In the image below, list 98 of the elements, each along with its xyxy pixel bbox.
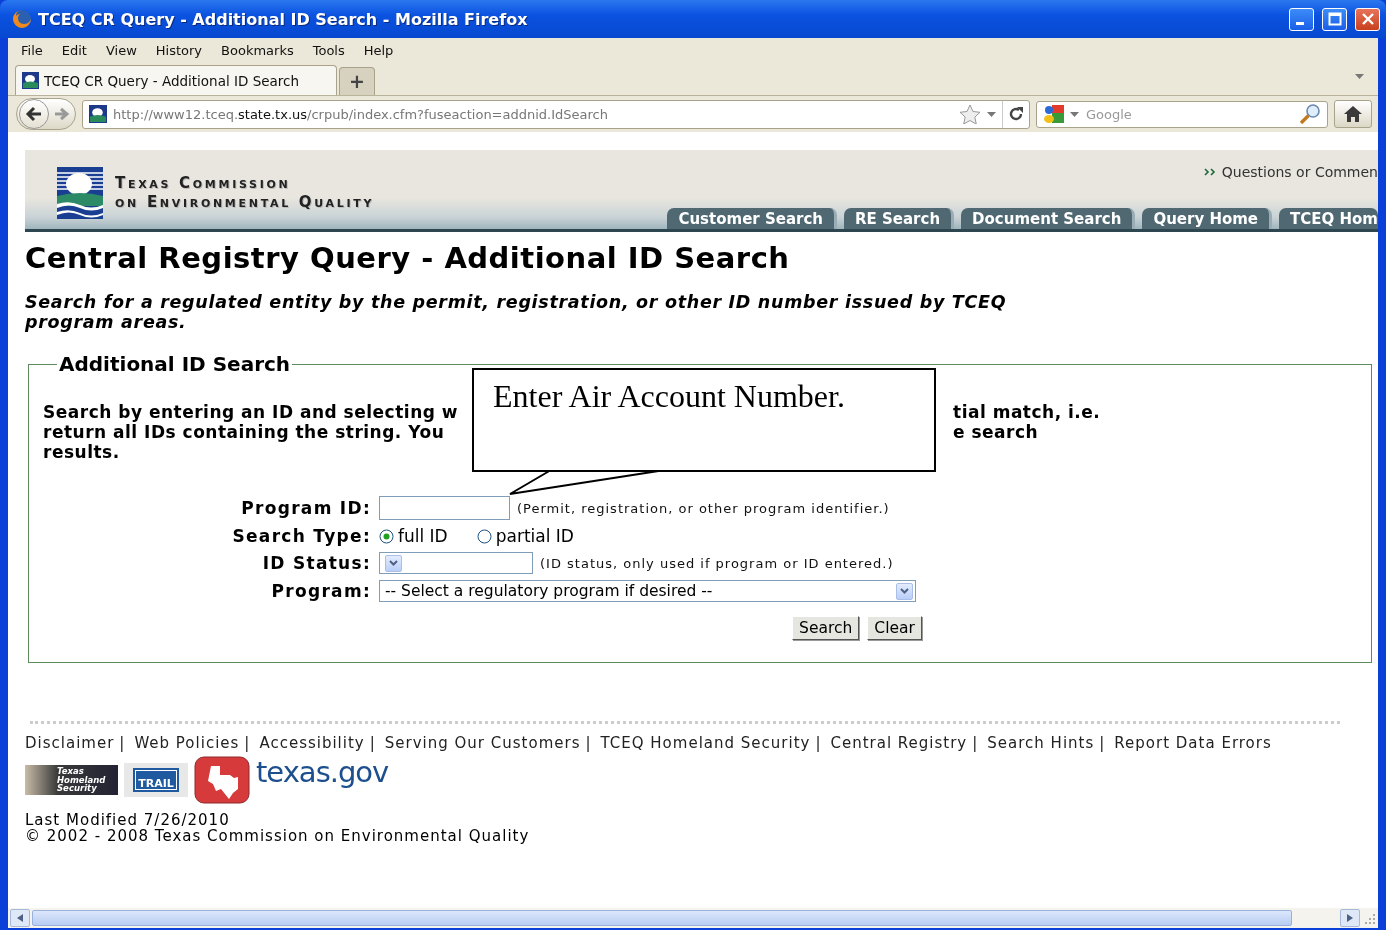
field-label: ID Status: — [261, 553, 371, 573]
minimize-icon — [1296, 21, 1304, 25]
description-text: e search — [953, 422, 1040, 442]
agency-name: on Environmental Quality — [115, 193, 375, 211]
minimize-button[interactable] — [1289, 7, 1314, 31]
firefox-icon — [12, 9, 32, 29]
footer-link[interactable]: Central Registry — [830, 734, 968, 752]
description-text: return all IDs containing the string. You — [43, 422, 446, 442]
radio-label[interactable]: partial ID — [495, 526, 574, 546]
dropdown-arrow-icon[interactable] — [1070, 111, 1079, 117]
link-separator: | — [369, 734, 376, 752]
left-arrow-icon — [17, 914, 23, 922]
home-icon — [1343, 105, 1363, 123]
resize-grip-icon[interactable] — [1362, 911, 1376, 925]
link-separator: | — [585, 734, 592, 752]
google-icon[interactable] — [1043, 104, 1065, 124]
agency-name: Texas Commission — [115, 174, 292, 192]
panel-legend: Additional ID Search — [57, 352, 293, 376]
url-text: http://www12.tceq.state.tx.us/crpub/index.cfm?fuseaction=addnid.IdSearch — [113, 106, 609, 122]
search-field[interactable]: Google — [1084, 105, 1294, 123]
menu-item[interactable]: Edit — [60, 42, 97, 58]
menu-item[interactable]: History — [154, 42, 213, 58]
menu-item[interactable]: Bookmarks — [220, 42, 304, 58]
texas-gov-logo[interactable]: texas.gov — [256, 755, 389, 789]
caret-icon — [900, 588, 909, 594]
description-text: tial match, i.e. — [953, 402, 1102, 422]
back-button[interactable] — [19, 99, 49, 129]
radio-label[interactable]: full ID — [398, 526, 448, 546]
intro-text: Search for a regulated entity by the permit, registration, or other ID number issued by TCEQ program areas. — [25, 292, 1008, 332]
site-icon — [89, 105, 107, 123]
field-hint: (ID status, only used if program or ID entered.) — [540, 555, 894, 571]
radio-button[interactable] — [476, 528, 492, 544]
copyright-text: © 2002 - 2008 Texas Commission on Environmental Quality — [25, 828, 531, 844]
nav-tab[interactable]: RE Search — [844, 208, 955, 229]
caret-icon — [389, 560, 398, 566]
footer-link[interactable]: Serving Our Customers — [384, 734, 581, 752]
description-text: results. — [43, 442, 121, 462]
program-select[interactable]: -- Select a regulatory program if desired -- — [379, 580, 916, 602]
menu-item[interactable]: Help — [362, 42, 404, 58]
texas-map-icon[interactable] — [194, 756, 250, 804]
description-text: Search by entering an ID and selecting w — [43, 402, 460, 422]
scroll-left-button[interactable] — [10, 909, 30, 927]
menu-item[interactable]: View — [104, 42, 147, 58]
trail-logo[interactable]: TRAIL — [124, 763, 188, 797]
right-arrow-icon — [1347, 914, 1353, 922]
select-value: -- Select a regulatory program if desired -- — [385, 582, 713, 600]
footer-link[interactable]: TCEQ Homeland Security — [600, 734, 811, 752]
bookmark-star-icon[interactable] — [959, 104, 981, 124]
footer-link[interactable]: Disclaimer — [25, 734, 115, 752]
link-separator: | — [244, 734, 251, 752]
nav-tab[interactable]: Query Home — [1142, 208, 1273, 229]
menu-item[interactable]: File — [20, 42, 53, 58]
link-separator: | — [815, 734, 822, 752]
field-label: Program ID: — [240, 498, 371, 518]
menu-item[interactable]: Tools — [311, 42, 355, 58]
field-label: Search Type: — [231, 526, 371, 546]
maximize-icon — [1327, 12, 1342, 26]
window-title: TCEQ CR Query - Additional ID Search - Mozilla Firefox — [38, 9, 529, 29]
homeland-security-logo[interactable]: Texas Homeland Security — [25, 765, 118, 795]
home-button[interactable] — [1334, 100, 1372, 128]
field-hint: (Permit, registration, or other program identifier.) — [517, 500, 890, 516]
scroll-right-button[interactable] — [1340, 909, 1360, 927]
new-tab-button[interactable]: + — [339, 67, 375, 95]
radio-button[interactable] — [379, 528, 394, 544]
last-modified-text: Last Modified 7/26/2010 — [25, 812, 231, 828]
clear-button[interactable]: Clear — [867, 616, 922, 640]
agency-logo — [57, 167, 103, 219]
search-button[interactable]: Search — [792, 616, 860, 640]
scrollbar-thumb[interactable] — [32, 910, 1292, 926]
nav-tab[interactable]: Document Search — [961, 208, 1136, 229]
browser-tab[interactable]: TCEQ CR Query - Additional ID Search — [15, 65, 337, 95]
dropdown-arrow-icon[interactable] — [1355, 74, 1364, 79]
footer-link[interactable]: Search Hints — [987, 734, 1095, 752]
back-arrow-icon — [25, 106, 43, 122]
close-icon — [1360, 12, 1375, 26]
program-id-field[interactable] — [379, 496, 510, 520]
nav-tab[interactable]: Customer Search — [667, 208, 837, 229]
close-button[interactable] — [1355, 7, 1380, 31]
page-heading: Central Registry Query - Additional ID Search — [25, 241, 791, 275]
nav-tab[interactable]: TCEQ Hom — [1279, 208, 1378, 229]
site-icon — [22, 72, 39, 89]
reload-icon[interactable] — [1008, 106, 1024, 122]
link-separator: | — [119, 734, 126, 752]
footer-link[interactable]: Report Data Errors — [1114, 734, 1272, 752]
forward-button[interactable] — [53, 107, 69, 121]
footer-link[interactable]: Web Policies — [134, 734, 240, 752]
link-separator: | — [972, 734, 979, 752]
address-bar[interactable]: http://www12.tceq.state.tx.us/crpub/index.cfm?fuseaction=addnid.IdSearch — [82, 99, 1030, 129]
link-separator: | — [1099, 734, 1106, 752]
field-label: Program: — [270, 581, 371, 601]
feedback-link[interactable]: Questions or Commen — [1221, 164, 1378, 180]
maximize-button[interactable] — [1322, 7, 1347, 31]
footer-link[interactable]: Accessibility — [259, 734, 365, 752]
dropdown-arrow-icon[interactable] — [987, 111, 996, 117]
search-icon[interactable] — [1299, 103, 1321, 125]
chevrons-icon — [1203, 168, 1216, 176]
search-bar[interactable]: Google — [1036, 100, 1328, 128]
id-status-select[interactable] — [379, 552, 533, 574]
